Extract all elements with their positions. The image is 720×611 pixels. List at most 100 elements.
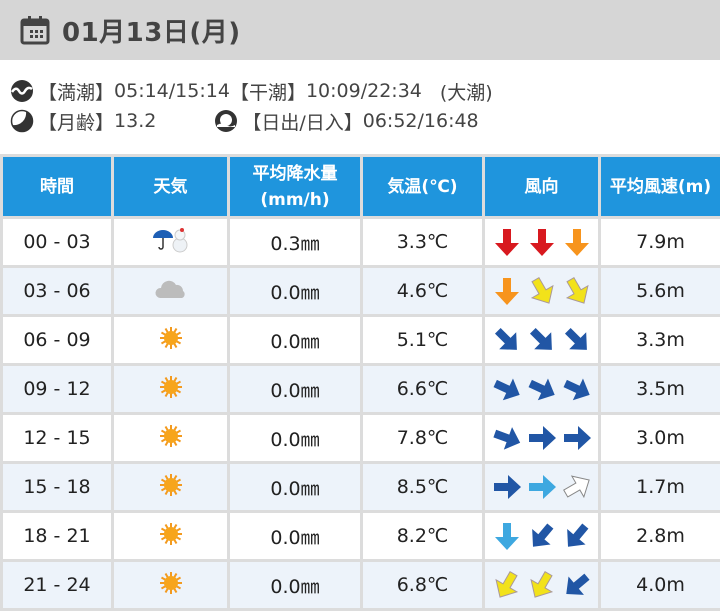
col-precip: 平均降水量 (mm/h) bbox=[229, 156, 362, 218]
weather-cell bbox=[113, 414, 229, 463]
date-header: 01月13日(月) bbox=[0, 0, 720, 60]
weather-cell bbox=[113, 463, 229, 512]
tide-type: (大潮) bbox=[440, 78, 493, 105]
wind-arrow-icon-1 bbox=[526, 569, 558, 601]
wind-dir-cell bbox=[484, 463, 600, 512]
sun-label: 【日出/日入】 bbox=[242, 108, 362, 135]
table-row: 06 - 09 0.0㎜ 5.1℃ 3.3m bbox=[2, 316, 720, 365]
moon-age-label: 【月齢】 bbox=[38, 108, 114, 135]
wind-dir-cell bbox=[484, 267, 600, 316]
date-title: 01月13日(月) bbox=[62, 12, 241, 49]
wind-speed-cell: 2.8m bbox=[600, 512, 720, 561]
table-row: 15 - 18 0.0㎜ 8.5℃ 1.7m bbox=[2, 463, 720, 512]
time-cell: 00 - 03 bbox=[2, 218, 113, 267]
wind-dir-cell bbox=[484, 316, 600, 365]
wind-dir-cell bbox=[484, 561, 600, 610]
precip-cell: 0.0㎜ bbox=[229, 463, 362, 512]
time-cell: 21 - 24 bbox=[2, 561, 113, 610]
weather-cell bbox=[113, 365, 229, 414]
wind-arrow-icon-2 bbox=[561, 373, 593, 405]
temp-cell: 5.1℃ bbox=[362, 316, 484, 365]
wind-arrow-icon-0 bbox=[491, 324, 523, 356]
time-cell: 15 - 18 bbox=[2, 463, 113, 512]
wind-arrow-icon-1 bbox=[526, 471, 558, 503]
weather-cell bbox=[113, 561, 229, 610]
wind-arrow-icon-2 bbox=[561, 520, 593, 552]
forecast-table: 時間天気平均降水量 (mm/h)気温(℃)風向平均風速(m) 00 - 03 0… bbox=[0, 154, 720, 611]
sun-icon bbox=[159, 424, 183, 448]
umbrella-snowman-icon bbox=[151, 226, 191, 254]
time-cell: 12 - 15 bbox=[2, 414, 113, 463]
wind-speed-cell: 4.0m bbox=[600, 561, 720, 610]
wind-arrow-icon-2 bbox=[561, 324, 593, 356]
temp-cell: 6.6℃ bbox=[362, 365, 484, 414]
wind-arrow-icon-0 bbox=[491, 373, 523, 405]
col-wind-speed: 平均風速(m) bbox=[600, 156, 720, 218]
wind-speed-cell: 7.9m bbox=[600, 218, 720, 267]
temp-cell: 3.3℃ bbox=[362, 218, 484, 267]
wind-speed-cell: 5.6m bbox=[600, 267, 720, 316]
wind-arrow-icon-2 bbox=[561, 275, 593, 307]
table-row: 12 - 15 0.0㎜ 7.8℃ 3.0m bbox=[2, 414, 720, 463]
wind-speed-cell: 3.5m bbox=[600, 365, 720, 414]
wind-speed-cell: 3.3m bbox=[600, 316, 720, 365]
wind-dir-cell bbox=[484, 365, 600, 414]
sunrise-icon bbox=[214, 109, 238, 133]
weather-cell bbox=[113, 267, 229, 316]
high-tide-value: 05:14/15:14 bbox=[114, 80, 230, 102]
temp-cell: 7.8℃ bbox=[362, 414, 484, 463]
calendar-icon bbox=[20, 15, 50, 45]
weather-cell bbox=[113, 218, 229, 267]
table-row: 09 - 12 0.0㎜ 6.6℃ 3.5m bbox=[2, 365, 720, 414]
precip-cell: 0.0㎜ bbox=[229, 365, 362, 414]
wind-dir-cell bbox=[484, 512, 600, 561]
high-tide-label: 【満潮】 bbox=[38, 78, 114, 105]
tide-icon bbox=[10, 79, 34, 103]
sun-icon bbox=[159, 375, 183, 399]
weather-cell bbox=[113, 512, 229, 561]
time-cell: 09 - 12 bbox=[2, 365, 113, 414]
table-row: 21 - 24 0.0㎜ 6.8℃ 4.0m bbox=[2, 561, 720, 610]
low-tide-value: 10:09/22:34 bbox=[306, 80, 422, 102]
wind-arrow-icon-1 bbox=[526, 324, 558, 356]
wind-dir-cell bbox=[484, 218, 600, 267]
wind-arrow-icon-1 bbox=[526, 226, 558, 258]
col-time: 時間 bbox=[2, 156, 113, 218]
sun-icon bbox=[159, 326, 183, 350]
wind-arrow-icon-0 bbox=[491, 275, 523, 307]
temp-cell: 4.6℃ bbox=[362, 267, 484, 316]
table-row: 03 - 06 0.0㎜ 4.6℃ 5.6m bbox=[2, 267, 720, 316]
time-cell: 06 - 09 bbox=[2, 316, 113, 365]
col-temp: 気温(℃) bbox=[362, 156, 484, 218]
col-weather: 天気 bbox=[113, 156, 229, 218]
sun-value: 06:52/16:48 bbox=[363, 110, 479, 132]
col-wind-dir: 風向 bbox=[484, 156, 600, 218]
precip-cell: 0.0㎜ bbox=[229, 414, 362, 463]
precip-cell: 0.3㎜ bbox=[229, 218, 362, 267]
moon-icon bbox=[10, 109, 34, 133]
wind-arrow-icon-1 bbox=[526, 373, 558, 405]
wind-arrow-icon-1 bbox=[526, 275, 558, 307]
wind-arrow-icon-0 bbox=[491, 422, 523, 454]
sun-icon bbox=[159, 522, 183, 546]
weather-cell bbox=[113, 316, 229, 365]
time-cell: 18 - 21 bbox=[2, 512, 113, 561]
table-row: 18 - 21 0.0㎜ 8.2℃ 2.8m bbox=[2, 512, 720, 561]
wind-arrow-icon-1 bbox=[526, 520, 558, 552]
table-row: 00 - 03 0.3㎜ 3.3℃ 7.9m bbox=[2, 218, 720, 267]
temp-cell: 8.2℃ bbox=[362, 512, 484, 561]
time-cell: 03 - 06 bbox=[2, 267, 113, 316]
precip-cell: 0.0㎜ bbox=[229, 561, 362, 610]
precip-cell: 0.0㎜ bbox=[229, 316, 362, 365]
low-tide-label: 【干潮】 bbox=[230, 78, 306, 105]
wind-arrow-icon-0 bbox=[491, 520, 523, 552]
precip-cell: 0.0㎜ bbox=[229, 267, 362, 316]
cloud-icon bbox=[154, 278, 188, 300]
temp-cell: 8.5℃ bbox=[362, 463, 484, 512]
wind-arrow-icon-0 bbox=[491, 569, 523, 601]
wind-arrow-icon-2 bbox=[561, 422, 593, 454]
moon-age-value: 13.2 bbox=[114, 110, 156, 132]
wind-dir-cell bbox=[484, 414, 600, 463]
wind-arrow-icon-2 bbox=[561, 226, 593, 258]
tide-info: 【満潮】 05:14/15:14 【干潮】 10:09/22:34 (大潮) 【… bbox=[0, 60, 720, 154]
